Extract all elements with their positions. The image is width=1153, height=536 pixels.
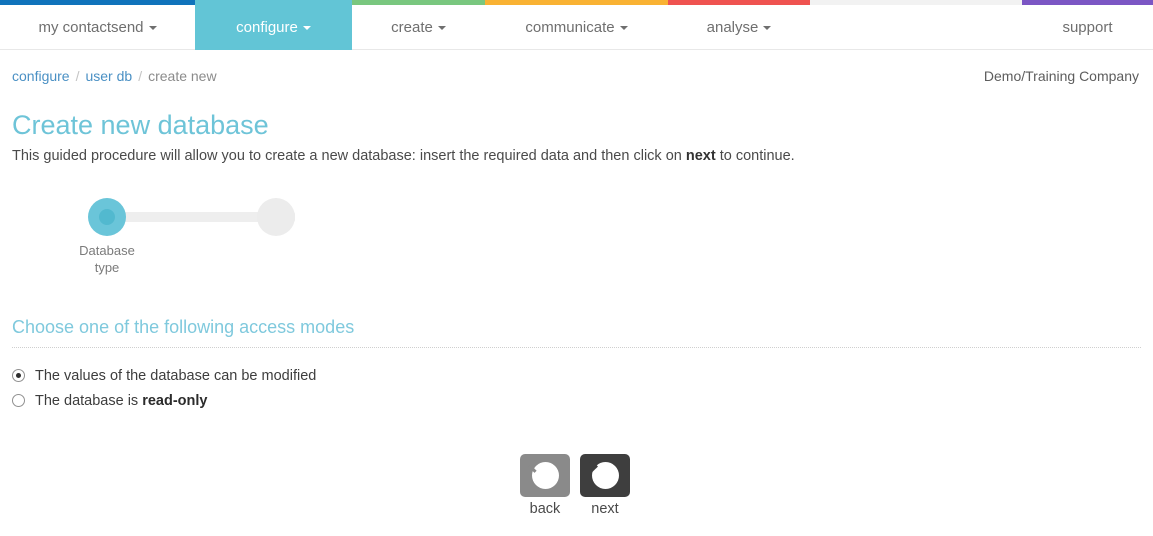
access-mode-option-1[interactable]: The database is read-only [12,388,612,413]
chevron-down-icon [302,26,311,31]
chevron-down-icon [763,26,772,31]
breadcrumb: configure / user db / create new [12,64,217,88]
page-title: Create new database [12,110,269,140]
stepper-node-database-type[interactable] [88,198,126,236]
stepper-label-line1: Database [79,243,135,258]
stepper-node-next[interactable] [257,198,295,236]
stepper-label-database-type: Database type [62,242,152,276]
wizard-stepper: Database type [79,198,348,278]
chevron-down-icon [437,26,446,31]
breadcrumb-row: configure / user db / create new Demo/Traini… [0,64,1153,90]
access-mode-options: The values of the database can be modifi… [12,363,612,413]
option-label-text: The values of the database can be modifi… [35,367,317,384]
page-description-prefix: This guided procedure will allow you to … [12,148,686,164]
breadcrumb-item-configure[interactable]: configure [12,68,70,84]
breadcrumb-separator: / [75,68,80,84]
radio-button-0[interactable] [12,369,25,382]
next-button-label: next [591,501,619,517]
main-navbar: my contactsend configure create communicate… [0,5,1153,50]
chevron-down-icon [619,26,628,31]
radio-button-1[interactable] [12,394,25,407]
company-name: Demo/Training Company [983,68,1139,84]
option-label-emphasis: read-only [142,392,208,409]
nav-item-my-contactsend[interactable]: my contactsend [0,5,195,50]
nav-item-label: communicate [525,19,615,36]
breadcrumb-item-user-db[interactable]: user db [85,68,132,84]
nav-item-configure[interactable]: configure [195,5,352,50]
page-description: This guided procedure will allow you to … [12,146,795,166]
stepper-label-line2: type [94,260,120,275]
nav-item-create[interactable]: create [352,5,485,50]
section-heading: Choose one of the following access modes [12,314,1141,348]
next-button[interactable] [580,454,630,497]
nav-item-label: support [1062,19,1113,36]
nav-item-label: configure [236,19,298,36]
page-description-emphasis: next [685,148,716,164]
page-description-suffix: to continue. [715,148,795,164]
chevron-down-icon [148,26,157,31]
nav-item-communicate[interactable]: communicate [485,5,668,50]
nav-item-support[interactable]: support [1022,5,1153,50]
access-mode-option-label: The values of the database can be modifi… [35,366,316,386]
access-mode-option-label: The database is read-only [35,391,207,411]
nav-item-label: my contactsend [38,19,144,36]
nav-item-analyse[interactable]: analyse [668,5,810,50]
back-button[interactable] [520,454,570,497]
breadcrumb-separator: / [138,68,143,84]
breadcrumb-item-create-new: create new [148,68,217,84]
back-button-label: back [529,501,561,517]
nav-item-label: create [391,19,433,36]
access-mode-option-0[interactable]: The values of the database can be modifi… [12,363,612,388]
nav-item-label: analyse [706,19,759,36]
wizard-navigation-buttons: back next [520,454,640,524]
option-label-text: The database is [35,392,143,409]
